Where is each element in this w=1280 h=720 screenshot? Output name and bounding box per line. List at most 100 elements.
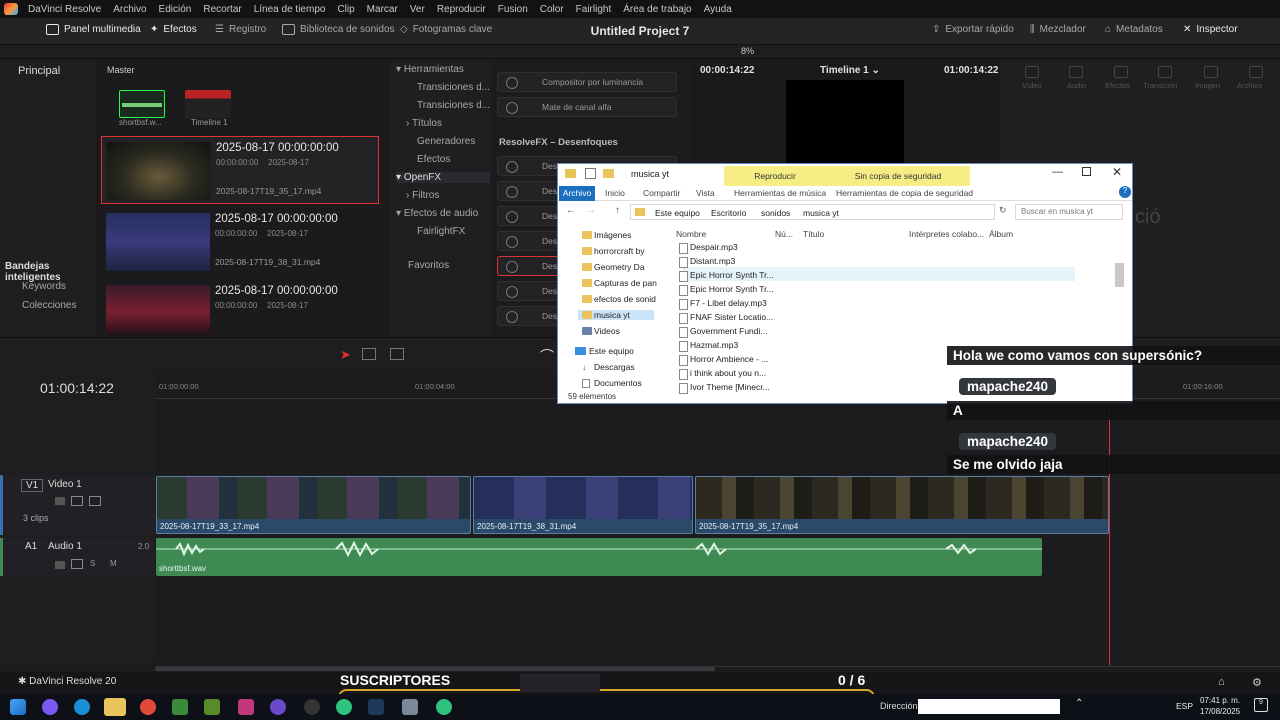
ribbon-tab-compartir[interactable]: Compartir — [643, 188, 680, 198]
mixer-button[interactable]: ⫼ Mezclador — [1030, 24, 1086, 35]
sound-library-button[interactable]: Biblioteca de sonidos — [282, 24, 395, 35]
track-a1-label[interactable]: A1 — [25, 541, 37, 552]
solo-button[interactable]: S — [90, 559, 95, 568]
fx-tree-item[interactable]: Transiciones d... — [417, 100, 490, 111]
file-item[interactable]: Hazmat.mp3 — [678, 340, 738, 352]
file-item[interactable]: Despair.mp3 — [679, 242, 738, 254]
ribbon-tab-inicio[interactable]: Inicio — [605, 188, 625, 198]
column-header-number[interactable]: Nú... — [775, 229, 793, 239]
fx-tree-item[interactable]: Generadores — [417, 136, 475, 147]
zoom-level[interactable]: 8% — [741, 46, 754, 56]
menu-ver[interactable]: Ver — [404, 4, 431, 15]
auto-select-icon[interactable] — [71, 496, 83, 506]
nav-item[interactable]: Este equipo — [589, 346, 634, 356]
edge-icon[interactable] — [74, 699, 90, 715]
track-v1-label[interactable]: V1 — [21, 479, 44, 492]
ribbon-tab-vista[interactable]: Vista — [696, 188, 715, 198]
nav-item[interactable]: Videos — [594, 326, 620, 336]
ribbon-tab-backup-tools[interactable]: Herramientas de copia de seguridad — [836, 188, 973, 198]
tray-chevron-icon[interactable]: ⌃ — [1075, 698, 1083, 709]
playhead[interactable] — [1109, 403, 1110, 665]
timeline-video-clip[interactable]: 2025-08-17T19_35_17.mp4 — [695, 476, 1109, 534]
copilot-icon[interactable] — [42, 699, 58, 715]
effect-item[interactable]: Compositor por luminancia — [497, 72, 677, 92]
keyframes-button[interactable]: ◇ Fotogramas clave — [400, 24, 492, 35]
smart-bin-keywords[interactable]: Keywords — [22, 281, 66, 292]
quick-export-button[interactable]: ⇪ Exportar rápido — [932, 24, 1014, 35]
media-clip-card[interactable]: 2025-08-17 00:00:00:00 00:00:00:00 2025-… — [101, 280, 379, 336]
index-button[interactable]: ☰ Registro — [215, 24, 266, 35]
inspector-tab-image[interactable]: Imagen — [1195, 81, 1220, 90]
file-item[interactable]: Ivor Theme [Minecr... — [679, 382, 770, 394]
chrome-icon[interactable] — [140, 699, 156, 715]
column-header-name[interactable]: Nombre — [676, 229, 706, 239]
discord-icon[interactable] — [270, 699, 286, 715]
fx-tree-item[interactable]: › Títulos — [406, 118, 442, 129]
timeline-audio-clip[interactable]: shorttbsf.wav — [156, 538, 1042, 576]
lock-icon[interactable] — [55, 497, 65, 505]
nav-item[interactable]: horrorcraft by — [594, 246, 645, 256]
menu-fairlight[interactable]: Fairlight — [570, 4, 618, 15]
address-box[interactable]: Este equipo Escritorio sonidos musica yt — [630, 204, 995, 220]
inspector-button[interactable]: ✕ Inspector — [1183, 24, 1238, 35]
breadcrumb-item[interactable]: Escritorio — [711, 208, 746, 218]
audio-fx-group[interactable]: ▾ Efectos de audio — [396, 208, 478, 219]
obs-icon[interactable] — [304, 699, 320, 715]
language-indicator[interactable]: ESP — [1176, 701, 1193, 711]
menu-color[interactable]: Color — [534, 4, 570, 15]
refresh-icon[interactable]: ↻ — [999, 205, 1007, 216]
media-clip-card[interactable]: 2025-08-17 00:00:00:00 00:00:00:00 2025-… — [101, 136, 379, 204]
fx-tree-item[interactable]: › Filtros — [406, 190, 439, 201]
minimize-icon[interactable]: — — [1052, 166, 1063, 178]
start-icon[interactable] — [10, 699, 26, 715]
column-header-artists[interactable]: Intérpretes colabo... — [909, 229, 984, 239]
system-clock[interactable]: 07:41 p. m. 17/08/2025 — [1200, 695, 1240, 717]
context-tab-play[interactable]: Reproducir — [724, 166, 826, 186]
forward-arrow-icon[interactable]: → — [586, 205, 596, 216]
breadcrumb-item[interactable]: musica yt — [803, 208, 839, 218]
snap-icon[interactable]: ⌒ — [540, 346, 554, 366]
menu-app[interactable]: DaVinci Resolve — [22, 4, 107, 15]
mute-button[interactable]: M — [110, 559, 117, 568]
nav-item[interactable]: Imágenes — [594, 230, 631, 240]
file-item[interactable]: i think about you n... — [678, 368, 766, 380]
scrollbar-thumb[interactable] — [1115, 263, 1124, 287]
bin-principal[interactable]: Principal — [18, 65, 60, 77]
ribbon-tab-music-tools[interactable]: Herramientas de música — [734, 188, 826, 198]
menu-linea-de-tiempo[interactable]: Línea de tiempo — [248, 4, 332, 15]
minecraft-icon[interactable] — [204, 699, 220, 715]
favorites-group[interactable]: Favoritos — [408, 260, 449, 271]
track-name[interactable]: Video 1 — [48, 479, 82, 490]
app-icon[interactable] — [402, 699, 418, 715]
menu-reproducir[interactable]: Reproducir — [431, 4, 492, 15]
ribbon-tab-archivo[interactable]: Archivo — [559, 186, 595, 201]
up-arrow-icon[interactable]: ↑ — [615, 205, 620, 216]
inspector-tab-video[interactable]: Vídeo — [1022, 81, 1042, 90]
metadata-button[interactable]: ⌂ Metadatos — [1105, 24, 1163, 35]
file-item[interactable]: F7 - Libet delay.mp3 — [679, 298, 767, 310]
back-arrow-icon[interactable]: ← — [566, 205, 576, 216]
home-icon[interactable]: ⌂ — [1218, 676, 1225, 688]
address-toolbar-input[interactable] — [918, 699, 1060, 714]
inspector-tab-effects[interactable]: Efectos — [1105, 81, 1130, 90]
nav-item[interactable]: efectos de sonid — [594, 294, 656, 304]
timeline-video-clip[interactable]: 2025-08-17T19_33_17.mp4 — [156, 476, 471, 534]
properties-icon[interactable] — [585, 168, 596, 179]
lock-icon[interactable] — [55, 561, 65, 569]
fx-tree-item[interactable]: Transiciones d... — [417, 82, 490, 93]
menu-fusion[interactable]: Fusion — [492, 4, 534, 15]
smart-bin-collections[interactable]: Colecciones — [22, 300, 76, 311]
file-item[interactable]: Government Fundi... — [678, 326, 767, 338]
nav-item[interactable]: Capturas de pan — [594, 278, 657, 288]
instagram-icon[interactable] — [238, 699, 254, 715]
file-item[interactable]: Epic Horror Synth Tr... — [679, 284, 774, 296]
nav-item[interactable]: Geometry Da — [594, 262, 645, 272]
notification-icon[interactable]: 9 — [1254, 698, 1268, 712]
file-item[interactable]: FNAF Sister Locatio... — [678, 312, 773, 324]
menu-marcar[interactable]: Marcar — [361, 4, 404, 15]
openfx-group[interactable]: ▾ OpenFX — [396, 172, 490, 183]
timeline-thumb[interactable] — [185, 90, 231, 118]
menu-archivo[interactable]: Archivo — [107, 4, 152, 15]
file-explorer-icon[interactable] — [104, 698, 126, 716]
column-header-album[interactable]: Álbum — [989, 229, 1013, 239]
